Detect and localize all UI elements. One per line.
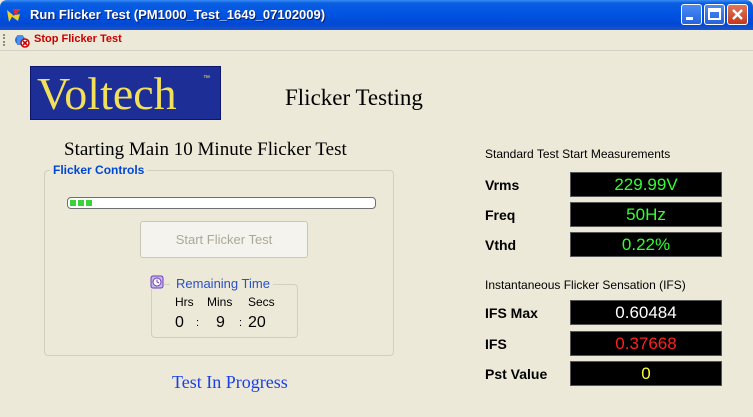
freq-label: Freq bbox=[485, 207, 516, 223]
minimize-icon bbox=[686, 17, 693, 20]
title-bar[interactable]: Run Flicker Test (PM1000_Test_1649_07102… bbox=[0, 0, 753, 30]
ifs-value: 0.37668 bbox=[615, 333, 677, 353]
remaining-seconds: 20 bbox=[248, 314, 266, 331]
voltech-logo: Voltech ™ bbox=[30, 66, 221, 120]
standard-measurements-title: Standard Test Start Measurements bbox=[485, 147, 671, 161]
ifs-title: Instantaneous Flicker Sensation (IFS) bbox=[485, 278, 686, 292]
status-heading: Starting Main 10 Minute Flicker Test bbox=[64, 139, 347, 160]
time-separator: : bbox=[196, 317, 200, 329]
minimize-button[interactable] bbox=[681, 4, 702, 25]
maximize-icon bbox=[708, 8, 721, 20]
pst-display: 0 bbox=[570, 361, 722, 386]
logo-text: Voltech bbox=[37, 68, 177, 119]
progress-fill bbox=[70, 200, 92, 206]
ifs-label: IFS bbox=[485, 336, 507, 352]
test-status-text: Test In Progress bbox=[172, 372, 288, 392]
ifs-display: 0.37668 bbox=[570, 331, 722, 356]
start-flicker-test-button[interactable]: Start Flicker Test bbox=[140, 221, 308, 258]
window-title: Run Flicker Test (PM1000_Test_1649_07102… bbox=[30, 7, 326, 22]
ifs-max-label: IFS Max bbox=[485, 305, 538, 321]
vrms-label: Vrms bbox=[485, 177, 520, 193]
app-icon bbox=[7, 9, 21, 22]
stop-test-icon[interactable] bbox=[12, 32, 30, 48]
toolbar-grip[interactable] bbox=[3, 34, 7, 46]
maximize-button[interactable] bbox=[704, 4, 725, 25]
close-icon bbox=[732, 9, 743, 20]
vrms-display: 229.99V bbox=[570, 172, 722, 197]
hrs-header: Hrs bbox=[175, 295, 194, 309]
vthd-display: 0.22% bbox=[570, 232, 722, 257]
logo-trademark: ™ bbox=[203, 75, 210, 82]
close-button[interactable] bbox=[727, 4, 748, 25]
freq-value: 50Hz bbox=[626, 204, 666, 224]
stop-flicker-test-menu-item[interactable]: Stop Flicker Test bbox=[34, 33, 122, 45]
test-progress-bar bbox=[67, 197, 376, 209]
mins-header: Mins bbox=[207, 295, 233, 309]
flicker-test-window: Run Flicker Test (PM1000_Test_1649_07102… bbox=[0, 0, 753, 417]
vrms-value: 229.99V bbox=[614, 174, 678, 194]
remaining-hours: 0 bbox=[175, 314, 184, 331]
pst-label: Pst Value bbox=[485, 366, 548, 382]
secs-header: Secs bbox=[248, 295, 275, 309]
pst-value: 0 bbox=[641, 363, 651, 383]
freq-display: 50Hz bbox=[570, 202, 722, 227]
ifs-max-display: 0.60484 bbox=[570, 300, 722, 325]
page-title: Flicker Testing bbox=[285, 85, 423, 110]
toolbar: Stop Flicker Test bbox=[0, 30, 753, 51]
vthd-value: 0.22% bbox=[621, 234, 671, 254]
flicker-controls-label: Flicker Controls bbox=[50, 163, 148, 177]
time-separator: : bbox=[239, 317, 243, 329]
remaining-minutes: 9 bbox=[216, 314, 225, 331]
vthd-label: Vthd bbox=[485, 237, 517, 253]
remaining-time-label: Remaining Time bbox=[170, 276, 273, 291]
ifs-max-value: 0.60484 bbox=[615, 302, 677, 322]
start-button-label: Start Flicker Test bbox=[175, 232, 273, 247]
clock-icon bbox=[150, 275, 164, 289]
